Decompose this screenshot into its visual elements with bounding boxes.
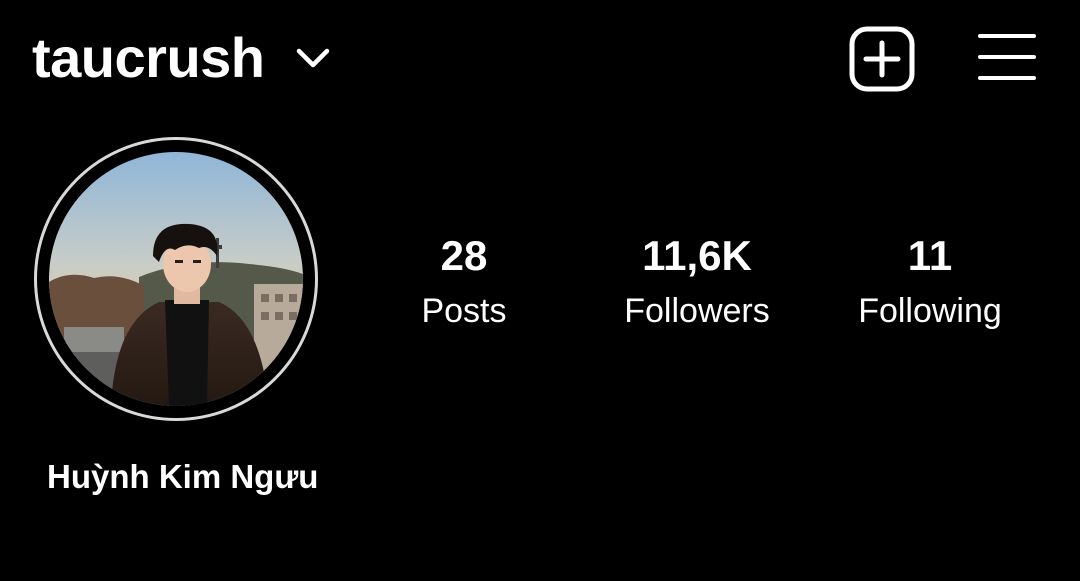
- hamburger-menu-icon: [978, 34, 1036, 88]
- plus-square-icon: [849, 26, 915, 96]
- profile-screen: taucrush 28 Posts 11,6K Followers 11 Fol…: [0, 0, 1080, 581]
- menu-button[interactable]: [978, 32, 1036, 84]
- avatar: [49, 152, 303, 406]
- posts-count: 28: [440, 232, 488, 279]
- display-name: Huỳnh Kim Ngưu: [47, 458, 319, 495]
- posts-label: Posts: [421, 292, 507, 330]
- chevron-down-icon: [295, 46, 331, 70]
- new-post-button[interactable]: [849, 26, 915, 92]
- followers-label: Followers: [624, 292, 770, 330]
- username: taucrush: [32, 26, 265, 89]
- followers-count: 11,6K: [642, 232, 752, 279]
- following-stat[interactable]: 11 Following: [840, 230, 1020, 340]
- following-label: Following: [858, 292, 1002, 330]
- posts-stat[interactable]: 28 Posts: [394, 230, 534, 340]
- profile-photo: [49, 152, 303, 406]
- following-count: 11: [907, 232, 953, 279]
- followers-stat[interactable]: 11,6K Followers: [597, 230, 797, 340]
- account-switcher[interactable]: taucrush: [32, 22, 331, 94]
- avatar-ring[interactable]: [34, 137, 318, 421]
